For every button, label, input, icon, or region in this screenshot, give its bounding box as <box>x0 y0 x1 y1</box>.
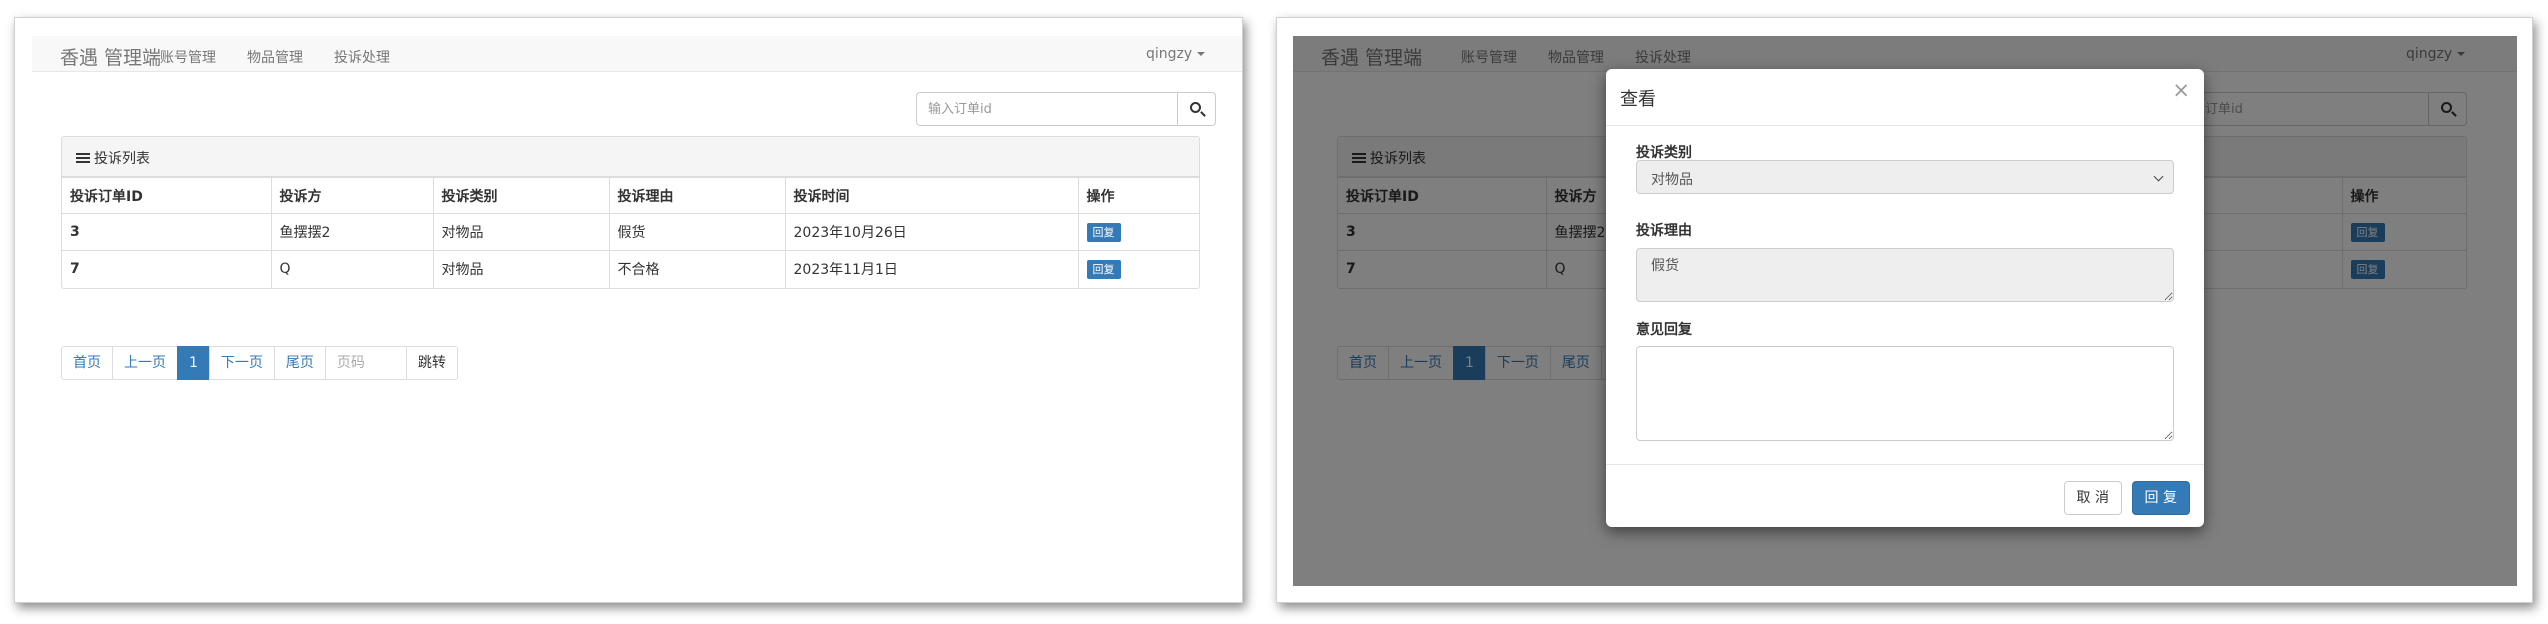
cancel-button[interactable]: 取 消 <box>2063 481 2122 515</box>
modal-body: 投诉类别 对物品 投诉理由 假货 意见回复 <box>1606 126 2204 465</box>
nav-complaints[interactable]: 投诉处理 <box>334 47 390 67</box>
pagination: 首页 上一页 1 下一页 尾页 跳转 <box>61 346 458 380</box>
cell-party: 鱼摆摆2 <box>270 213 434 251</box>
page-jump-button[interactable]: 跳转 <box>405 346 458 380</box>
modal-title: 查看 <box>1620 89 1656 110</box>
col-reason: 投诉理由 <box>608 177 786 214</box>
list-icon <box>76 153 90 164</box>
admin-app: 香遇 管理端 账号管理 物品管理 投诉处理 qingzy 投诉列表 投诉订单ID… <box>1293 36 2517 586</box>
complaint-list-title: 投诉列表 <box>94 151 150 167</box>
nav-items[interactable]: 物品管理 <box>247 47 303 67</box>
cell-action: 回复 <box>1077 250 1199 288</box>
caret-down-icon <box>1197 52 1206 56</box>
table-row: 3 鱼摆摆2 对物品 假货 2023年10月26日 回复 <box>62 213 1199 251</box>
col-action: 操作 <box>1077 177 1199 214</box>
cell-category: 对物品 <box>432 213 610 251</box>
category-label: 投诉类别 <box>1636 145 1692 161</box>
user-name: qingzy <box>1146 46 1193 62</box>
reason-label: 投诉理由 <box>1636 223 1692 239</box>
reply-textarea[interactable] <box>1636 346 2174 441</box>
search-button[interactable] <box>1178 92 1216 126</box>
reply-button[interactable]: 回复 <box>1086 259 1121 279</box>
complaint-list-heading: 投诉列表 <box>62 137 1199 177</box>
cell-order-id: 3 <box>62 213 272 251</box>
cell-category: 对物品 <box>432 250 610 288</box>
category-select-value: 对物品 <box>1651 172 1693 188</box>
modal-header: 查看 × <box>1606 69 2204 126</box>
view-complaint-modal: 查看 × 投诉类别 对物品 投诉理由 假货 意见回复 取 消 回 复 <box>1606 69 2204 527</box>
screenshot-list-view: 香遇 管理端 账号管理 物品管理 投诉处理 qingzy 投诉列表 投诉订单ID… <box>14 17 1243 603</box>
page-next[interactable]: 下一页 <box>208 346 275 380</box>
cell-reason: 假货 <box>608 213 786 251</box>
cell-order-id: 7 <box>62 250 272 288</box>
table-header-row: 投诉订单ID 投诉方 投诉类别 投诉理由 投诉时间 操作 <box>62 177 1199 214</box>
close-icon[interactable]: × <box>2172 80 2190 101</box>
chevron-down-icon <box>2153 171 2164 182</box>
reply-label: 意见回复 <box>1636 322 1692 338</box>
cell-time: 2023年10月26日 <box>784 213 1079 251</box>
order-search <box>916 92 1216 126</box>
page-number-input[interactable] <box>324 346 407 380</box>
brand-title[interactable]: 香遇 管理端 <box>60 43 161 70</box>
page-last[interactable]: 尾页 <box>273 346 326 380</box>
modal-footer: 取 消 回 复 <box>1606 465 2204 527</box>
user-menu[interactable]: qingzy <box>1146 46 1206 62</box>
page-prev[interactable]: 上一页 <box>112 346 178 380</box>
admin-app: 香遇 管理端 账号管理 物品管理 投诉处理 qingzy 投诉列表 投诉订单ID… <box>32 36 1242 596</box>
submit-reply-button[interactable]: 回 复 <box>2131 481 2190 515</box>
search-icon <box>1190 102 1201 113</box>
page-first[interactable]: 首页 <box>61 346 113 380</box>
complaint-list-panel: 投诉列表 投诉订单ID 投诉方 投诉类别 投诉理由 投诉时间 操作 3 鱼摆摆2… <box>61 136 1200 289</box>
col-time: 投诉时间 <box>784 177 1079 214</box>
col-order-id: 投诉订单ID <box>62 177 272 214</box>
navbar: 香遇 管理端 账号管理 物品管理 投诉处理 qingzy <box>32 36 1242 72</box>
cell-party: Q <box>270 250 434 288</box>
screenshot-modal-view: 香遇 管理端 账号管理 物品管理 投诉处理 qingzy 投诉列表 投诉订单ID… <box>1276 17 2533 603</box>
nav-account[interactable]: 账号管理 <box>160 47 216 67</box>
category-select[interactable]: 对物品 <box>1636 160 2174 194</box>
complaint-table: 投诉订单ID 投诉方 投诉类别 投诉理由 投诉时间 操作 3 鱼摆摆2 对物品 … <box>62 177 1199 288</box>
cell-action: 回复 <box>1077 213 1199 251</box>
col-category: 投诉类别 <box>432 177 610 214</box>
table-row: 7 Q 对物品 不合格 2023年11月1日 回复 <box>62 250 1199 288</box>
col-party: 投诉方 <box>270 177 434 214</box>
page-current[interactable]: 1 <box>177 346 210 380</box>
reason-textarea[interactable]: 假货 <box>1636 248 2174 302</box>
cell-time: 2023年11月1日 <box>784 250 1079 288</box>
reply-button[interactable]: 回复 <box>1086 222 1121 242</box>
search-input[interactable] <box>916 92 1178 126</box>
cell-reason: 不合格 <box>608 250 786 288</box>
